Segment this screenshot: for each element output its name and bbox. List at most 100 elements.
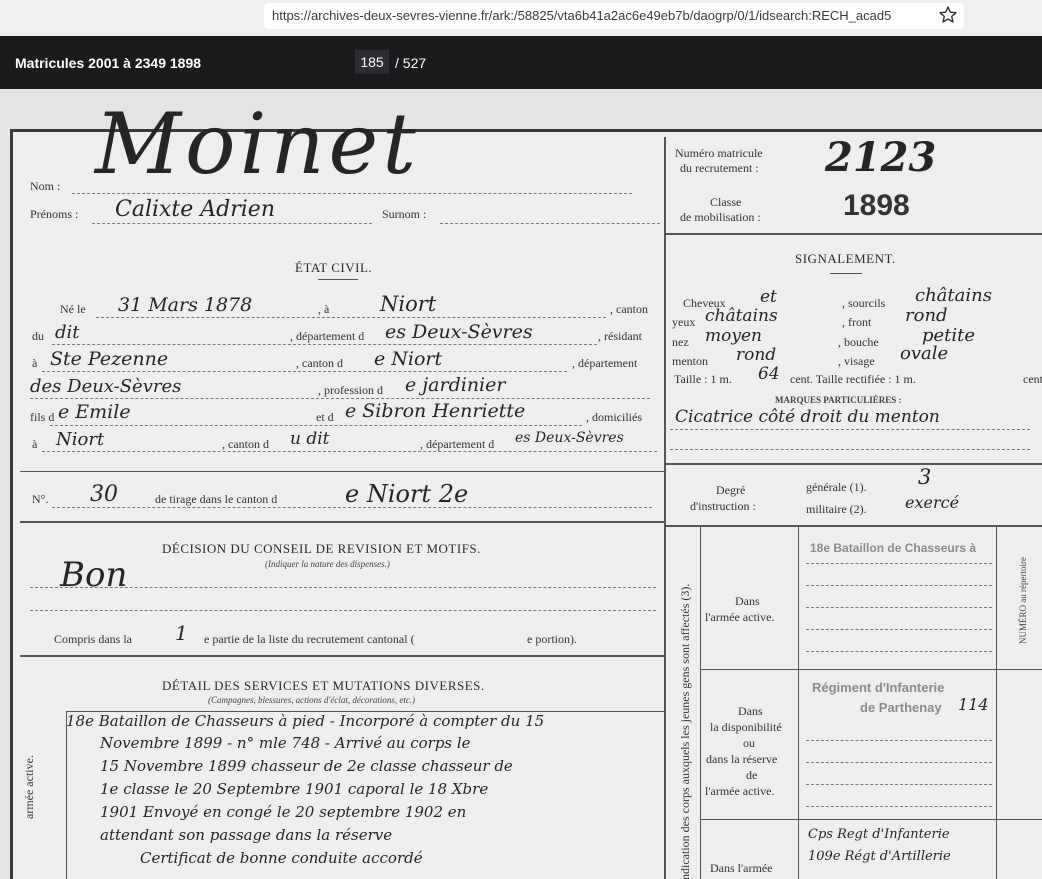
classe-value: 1898 (843, 189, 910, 222)
a2-value: Ste Pezenne (50, 348, 169, 370)
document-scan[interactable]: Moinet Nom : Prénoms : Calixte Adrien Su… (0, 89, 1042, 879)
generale-value: 3 (918, 465, 932, 489)
canton2-label: , canton d (296, 356, 343, 370)
yeux-label: yeux (672, 315, 696, 329)
star-outline-icon[interactable] (938, 5, 958, 25)
detail-title: DÉTAIL DES SERVICES ET MUTATIONS DIVERSE… (162, 678, 485, 693)
du-value: dit (55, 322, 80, 343)
classe-label-1: Classe (710, 195, 742, 209)
marques-line-1 (670, 429, 1030, 430)
front-value: rond (905, 305, 948, 326)
page-total: / 527 (395, 55, 427, 71)
et-label: et d (316, 410, 334, 424)
dispo-bottom (700, 819, 1042, 820)
dans-active-2: l'armée active. (705, 610, 775, 624)
etat-civil-title: ÉTAT CIVIL. (295, 260, 373, 275)
departement-label: , département d (290, 329, 365, 343)
taille-label: Taille : 1 m. (674, 372, 732, 386)
militaire-value: exercé (905, 493, 960, 512)
departement2-label: , département (572, 356, 638, 370)
active-line-1 (806, 563, 992, 564)
line-2 (52, 344, 597, 345)
address-bar[interactable]: https://archives-deux-sevres-vienne.fr/a… (264, 3, 964, 29)
ne-le-label: Né le (60, 302, 86, 316)
bouche-label: , bouche (838, 335, 879, 349)
left-vertical-label: armée active. (22, 755, 36, 819)
services-line-0: 18e Bataillon de Chasseurs à pied - Inco… (66, 712, 545, 730)
classe-label-2: de mobilisation : (680, 210, 761, 224)
dispo-line-d (806, 806, 992, 807)
degre-label-2: d'instruction : (690, 499, 756, 513)
affectation-divider (798, 525, 799, 879)
domicilies-label: , domiciliés (586, 410, 642, 424)
tirage-label: de tirage dans le canton d (155, 492, 278, 506)
marques-line-2 (670, 449, 1030, 450)
prenoms-line (92, 223, 372, 224)
degre-label-1: Degré (716, 483, 746, 497)
document-title: Matricules 2001 à 2349 1898 (15, 55, 202, 71)
services-line-3: 1e classe le 20 Septembre 1901 caporal l… (100, 780, 489, 798)
active-line-4 (806, 629, 992, 630)
des-value: des Deux-Sèvres (30, 376, 182, 397)
line-5 (50, 425, 582, 426)
et-value: e Sibron Henriette (345, 400, 526, 422)
dispo-line-b (806, 762, 992, 763)
corps-vertical-divider (700, 525, 701, 879)
dispo-line-2: ou (743, 736, 755, 750)
nez-value: moyen (705, 326, 762, 346)
services-left-border (66, 711, 67, 879)
browser-toolbar: https://archives-deux-sevres-vienne.fr/a… (0, 0, 1042, 36)
departement3-label: , département d (420, 437, 495, 451)
decision-line-1 (30, 587, 656, 588)
canton-label: , canton (610, 302, 648, 316)
url-text[interactable]: https://archives-deux-sevres-vienne.fr/a… (272, 8, 932, 23)
corps-vertical-label: Indication des corps auxquels les jeunes… (678, 583, 692, 879)
front-label: , front (842, 315, 872, 329)
militaire-label: militaire (2). (806, 502, 867, 516)
compris-end: e portion). (527, 632, 577, 646)
compris-rest: e partie de la liste du recrutement cant… (204, 632, 415, 646)
surname-handwritten: Moinet (95, 95, 421, 193)
taille-rest: cent. Taille rectifiée : 1 m. (790, 372, 916, 386)
du-label: du (32, 329, 44, 343)
line-6 (42, 451, 657, 452)
tirage-no-value: 30 (90, 482, 118, 507)
line-1 (96, 317, 606, 318)
nez-label: nez (672, 335, 689, 349)
surnom-label: Surnom : (382, 207, 427, 221)
services-line-4: 1901 Envoyé en congé le 20 septembre 190… (100, 803, 467, 821)
services-line-6: Certificat de bonne conduite accordé (140, 849, 423, 867)
numero-label-2: du recrutement : (680, 161, 759, 175)
dispo-line-c (806, 784, 992, 785)
tirage-value: e Niort 2e (345, 480, 469, 508)
surnom-line (440, 223, 660, 224)
compris-label: Compris dans la (54, 632, 132, 646)
numero-vertical-label: NUMÉRO au répertoire (1018, 557, 1028, 644)
detail-sub: (Campagnes, blessures, actions d'éclat, … (208, 695, 416, 705)
dispo-line-3: dans la réserve (706, 752, 778, 766)
fils-label: fils d (30, 410, 55, 424)
numero-label-1: Numéro matricule (675, 146, 763, 160)
decision-value: Bon (60, 555, 128, 595)
numero-divider (996, 525, 997, 879)
dispo-stamp-2: de Parthenay (860, 700, 942, 715)
active-line-5 (806, 651, 992, 652)
ne-le-value: 31 Mars 1878 (118, 294, 253, 316)
a2-label: à (32, 356, 38, 370)
departement3-value: es Deux-Sèvres (515, 430, 624, 446)
a3-label: à (32, 437, 38, 451)
line-4 (30, 398, 650, 399)
menton-label: menton (672, 354, 708, 368)
line-7 (52, 507, 652, 508)
dispo-line-1: la disponibilité (710, 720, 782, 734)
etat-civil-bottom (20, 471, 664, 472)
tirage-no-label: N°. (32, 492, 49, 506)
active-value-stamp: 18e Bataillon de Chasseurs à (810, 541, 977, 555)
yeux-value: châtains (705, 306, 778, 326)
a-label: , à (318, 302, 330, 316)
decision-line-2 (30, 610, 656, 611)
page-number-input[interactable]: 185 (355, 50, 389, 74)
viewer-header: Matricules 2001 à 2349 1898 185 / 527 (0, 36, 1042, 89)
top-right-divider (664, 233, 1042, 235)
degre-bottom (664, 525, 1042, 527)
